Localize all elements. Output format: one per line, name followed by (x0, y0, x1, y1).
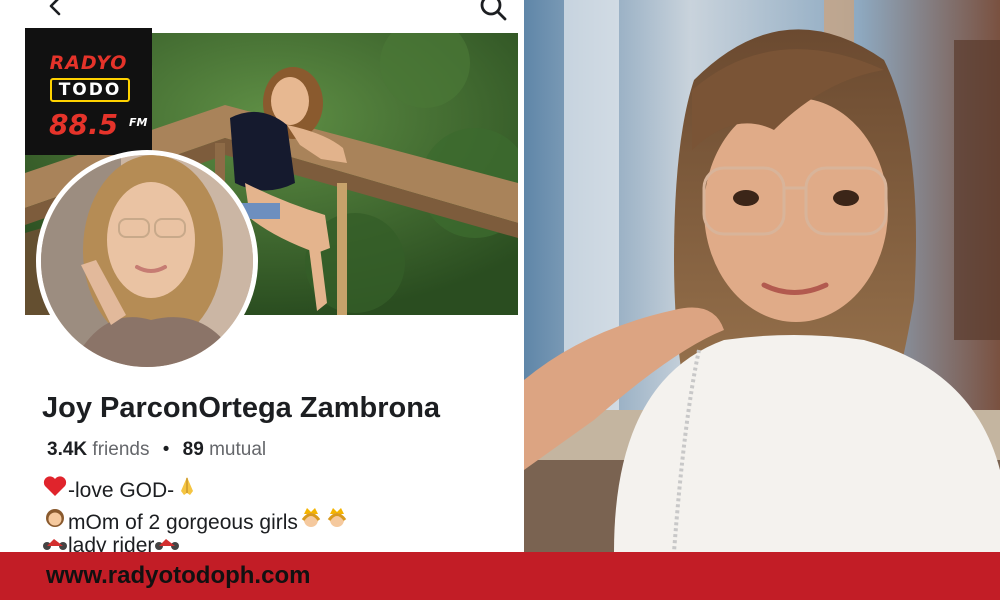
profile-name: Joy ParconOrtega Zambrona (42, 392, 441, 424)
bio-text: mOm of 2 gorgeous girls (68, 511, 298, 534)
mutual-label: mutual (209, 439, 267, 460)
praying-hands-icon (174, 475, 200, 503)
website-banner: www.radyotodoph.com (0, 552, 1000, 600)
friends-count: 3.4K (47, 439, 88, 460)
website-url[interactable]: www.radyotodoph.com (46, 562, 310, 590)
logo-band: FM (129, 116, 148, 129)
profile-screenshot: RADYO TODO 88.5 FM Joy ParconOrtega Zamb… (0, 0, 524, 552)
logo-frequency: 88.5 (49, 108, 119, 141)
bio-line: lady rider (42, 534, 180, 552)
princess-icon (298, 505, 324, 535)
top-bar (0, 0, 524, 28)
mutual-count: 89 (182, 439, 204, 460)
selfie-photo (524, 0, 1000, 552)
friends-label: friends (92, 439, 150, 460)
bio-line: -love GOD- (42, 475, 200, 503)
back-arrow-icon[interactable] (44, 0, 68, 18)
red-heart-icon (42, 475, 68, 503)
bio-line: mOm of 2 gorgeous girls (42, 505, 350, 535)
logo-todo-text: TODO (50, 78, 130, 102)
stats-separator: • (162, 439, 170, 460)
friends-stats[interactable]: 3.4K friends • 89 mutual (47, 439, 266, 461)
bio-text: lady rider (68, 534, 155, 552)
profile-avatar[interactable] (36, 150, 258, 372)
princess-icon (324, 505, 350, 535)
motorcycle-icon (154, 534, 180, 552)
radyo-todo-logo: RADYO TODO 88.5 FM (25, 28, 152, 155)
motorcycle-icon (42, 534, 68, 552)
selfie-scene (524, 0, 1000, 552)
avatar-photo (41, 155, 253, 367)
bio-text: -love GOD- (68, 479, 175, 502)
girl-icon (42, 507, 68, 535)
logo-radyo-text: RADYO (49, 52, 128, 74)
search-icon[interactable] (478, 0, 508, 22)
